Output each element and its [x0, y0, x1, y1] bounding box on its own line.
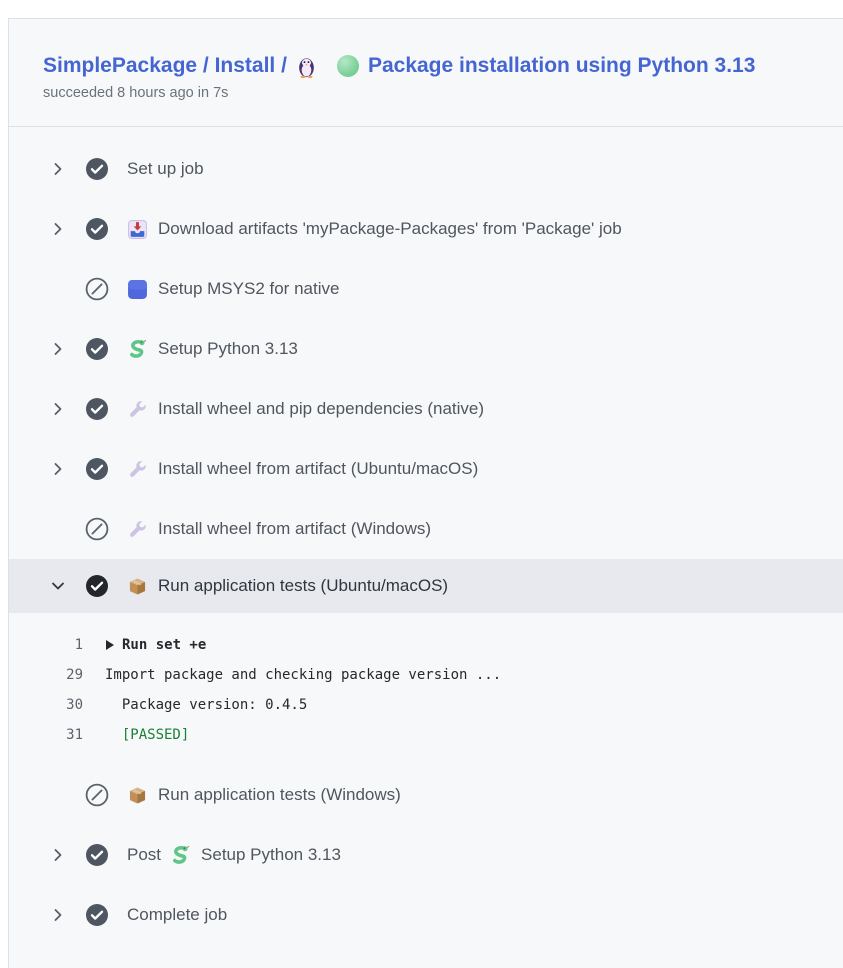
breadcrumb[interactable]: SimplePackage / Install / [43, 52, 287, 80]
log-line-number[interactable]: 31 [9, 720, 105, 750]
step-row-setup-job[interactable]: Set up job [9, 139, 843, 199]
job-log-card: SimplePackage / Install / Package instal… [8, 18, 843, 968]
log-line-text: Import package and checking package vers… [105, 660, 501, 690]
blue-square-icon [127, 278, 148, 300]
step-row-download-artifacts[interactable]: Download artifacts 'myPackage-Packages' … [9, 199, 843, 259]
step-row-complete-job[interactable]: Complete job [9, 885, 843, 945]
log-line: 1 Run set +e [9, 630, 843, 660]
success-icon [85, 843, 109, 867]
step-label: Setup Python 3.13 [201, 845, 341, 865]
log-line: 31 [PASSED] [9, 720, 843, 750]
skipped-icon [85, 517, 109, 541]
success-icon [85, 217, 109, 241]
chevron-right-icon[interactable] [50, 401, 66, 417]
step-label-prefix: Post [127, 845, 161, 865]
status-dot-icon [337, 55, 359, 77]
steps-list: Set up job Download artifacts 'myPackage… [9, 127, 843, 945]
log-line-number[interactable]: 29 [9, 660, 105, 690]
chevron-right-icon[interactable] [50, 847, 66, 863]
wrench-icon [127, 518, 148, 540]
success-icon [85, 397, 109, 421]
wrench-icon [127, 458, 148, 480]
step-label: Run application tests (Ubuntu/macOS) [158, 576, 448, 596]
step-label: Install wheel and pip dependencies (nati… [158, 399, 484, 419]
step-row-post-setup-python[interactable]: Post Setup Python 3.13 [9, 825, 843, 885]
chevron-right-icon[interactable] [50, 907, 66, 923]
success-icon [85, 574, 109, 598]
step-row-setup-msys2[interactable]: Setup MSYS2 for native [9, 259, 843, 319]
snake-icon [127, 338, 148, 360]
step-row-install-wheel-pip[interactable]: Install wheel and pip dependencies (nati… [9, 379, 843, 439]
play-icon[interactable] [105, 639, 115, 651]
success-icon [85, 457, 109, 481]
chevron-right-icon[interactable] [50, 461, 66, 477]
job-header: SimplePackage / Install / Package instal… [9, 19, 843, 127]
step-row-setup-python[interactable]: Setup Python 3.13 [9, 319, 843, 379]
log-line: 29 Import package and checking package v… [9, 660, 843, 690]
package-icon [127, 575, 148, 597]
success-icon [85, 337, 109, 361]
log-line-text: Run set +e [105, 630, 206, 660]
success-icon [85, 903, 109, 927]
step-label: Set up job [127, 159, 204, 179]
snake-icon [170, 844, 191, 866]
skipped-icon [85, 783, 109, 807]
log-line-text: [PASSED] [105, 720, 189, 750]
package-icon [127, 784, 148, 806]
log-line: 30 Package version: 0.4.5 [9, 690, 843, 720]
chevron-down-icon[interactable] [50, 578, 66, 594]
step-label: Install wheel from artifact (Windows) [158, 519, 431, 539]
chevron-right-icon[interactable] [50, 221, 66, 237]
step-label: Setup Python 3.13 [158, 339, 298, 359]
log-output: 1 Run set +e 29 Import package and check… [9, 630, 843, 750]
step-label: Download artifacts 'myPackage-Packages' … [158, 219, 622, 239]
step-row-run-tests-unix[interactable]: Run application tests (Ubuntu/macOS) [9, 559, 843, 613]
step-label: Setup MSYS2 for native [158, 279, 339, 299]
job-title-row: SimplePackage / Install / Package instal… [43, 52, 827, 80]
inbox-tray-icon [127, 218, 148, 240]
job-title: Package installation using Python 3.13 [368, 52, 755, 80]
step-label: Run application tests (Windows) [158, 785, 401, 805]
step-row-run-tests-windows[interactable]: Run application tests (Windows) [9, 765, 843, 825]
step-label: Complete job [127, 905, 227, 925]
success-icon [85, 157, 109, 181]
wrench-icon [127, 398, 148, 420]
step-label: Install wheel from artifact (Ubuntu/macO… [158, 459, 478, 479]
penguin-icon [296, 54, 318, 78]
log-line-number[interactable]: 30 [9, 690, 105, 720]
skipped-icon [85, 277, 109, 301]
log-line-text: Package version: 0.4.5 [105, 690, 307, 720]
step-row-install-wheel-windows[interactable]: Install wheel from artifact (Windows) [9, 499, 843, 559]
log-line-number[interactable]: 1 [9, 630, 105, 660]
chevron-right-icon[interactable] [50, 161, 66, 177]
job-status-text: succeeded 8 hours ago in 7s [43, 85, 827, 101]
chevron-right-icon[interactable] [50, 341, 66, 357]
step-row-install-wheel-unix[interactable]: Install wheel from artifact (Ubuntu/macO… [9, 439, 843, 499]
